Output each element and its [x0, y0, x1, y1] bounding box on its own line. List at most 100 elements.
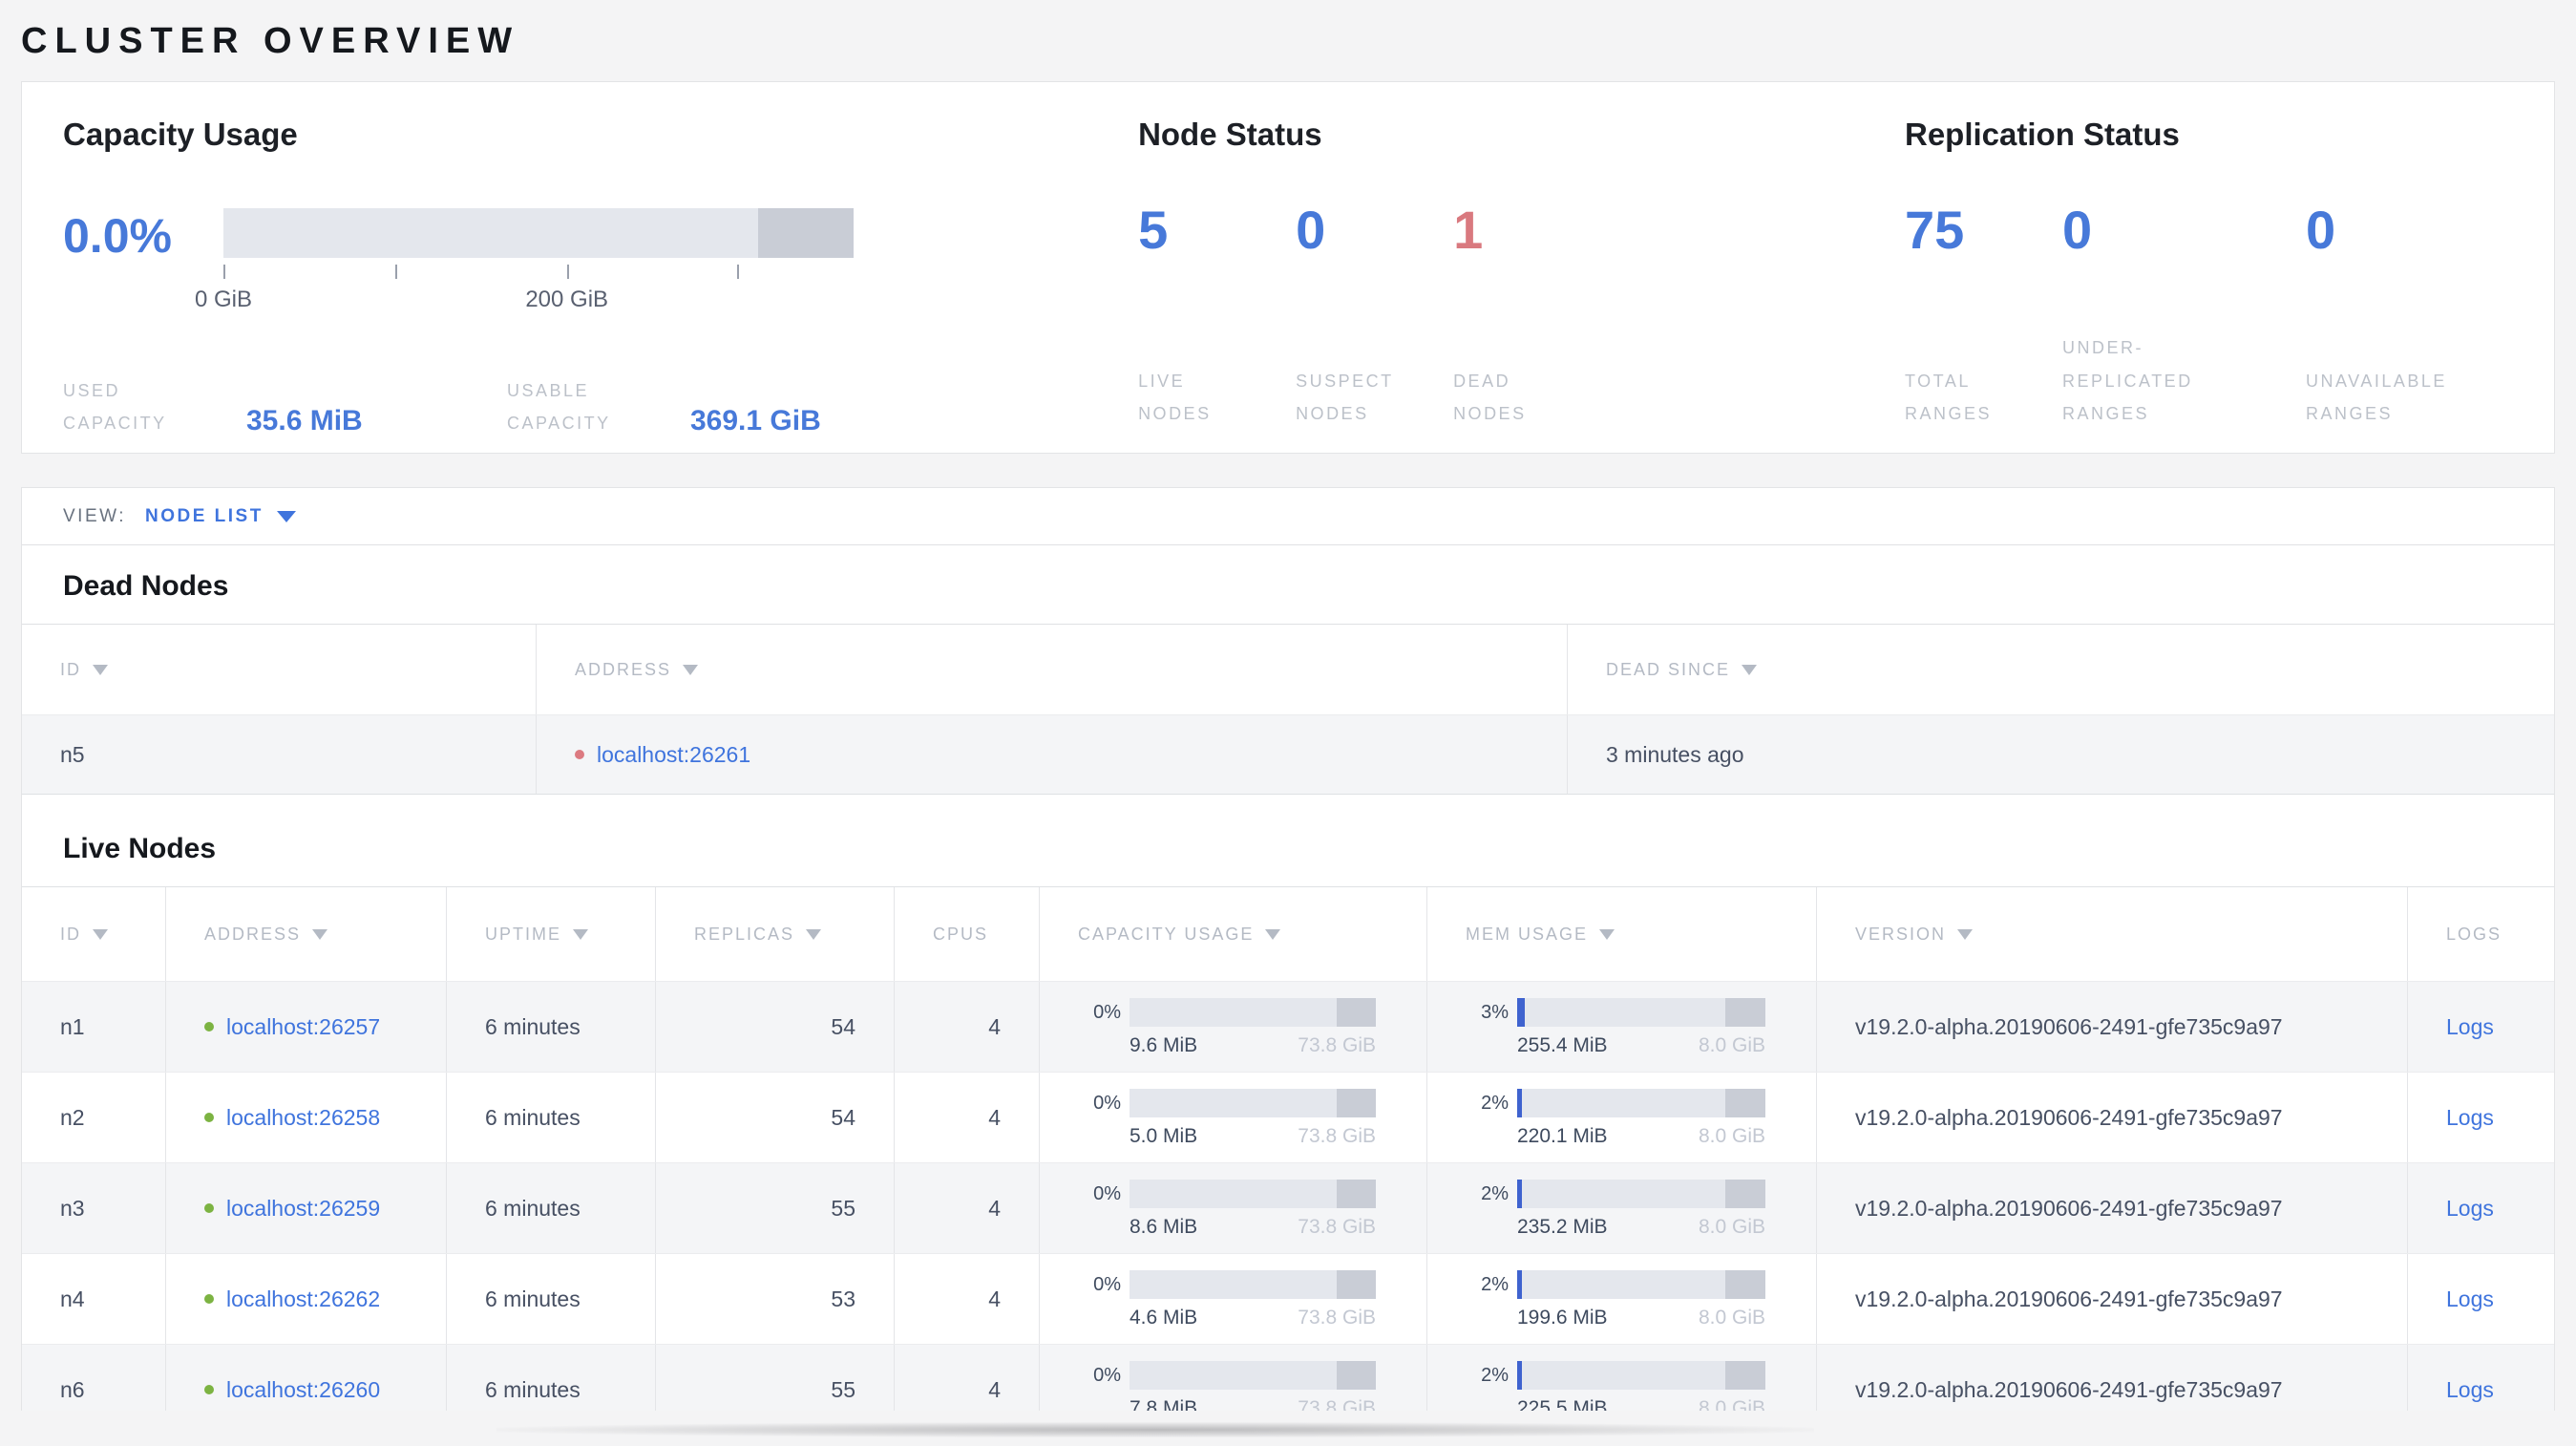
replication-status-section: Replication Status 75 TOTAL RANGES 0 UND… [1905, 82, 2554, 453]
usable-capacity-value: 369.1 GiB [690, 405, 821, 437]
capacity-usage-heading: Capacity Usage [63, 117, 298, 152]
page-title: CLUSTER OVERVIEW [21, 21, 520, 61]
column-header-dead-since[interactable]: DEAD SINCE [1567, 625, 2554, 714]
replication-status-heading: Replication Status [1905, 117, 2180, 152]
capacity-mini-bar [1130, 1270, 1376, 1299]
column-header-id[interactable]: ID [22, 625, 536, 714]
column-header-uptime[interactable]: UPTIME [446, 887, 655, 981]
sort-desc-icon [1599, 928, 1615, 940]
node-address-cell: localhost:26262 [165, 1254, 446, 1344]
total-ranges-stat: 75 TOTAL RANGES [1905, 199, 2062, 430]
mem-usage-cell: 3% 255.4 MiB 8.0 GiB [1426, 982, 1816, 1072]
sort-desc-icon [93, 664, 108, 675]
node-id-cell: n4 [60, 1286, 85, 1311]
capacity-usage-section: Capacity Usage 0.0% 0 GiB 200 GiB USED C… [22, 82, 1138, 453]
dead-nodes-table: ID ADDRESS DEAD SINCE n5 localhost:26261… [22, 624, 2554, 795]
axis-tick [566, 265, 569, 279]
view-label: VIEW: [63, 505, 126, 526]
under-replicated-ranges-count: 0 [2062, 200, 2093, 260]
nodes-card: VIEW: NODE LIST Dead Nodes ID ADDRESS DE… [21, 487, 2555, 1436]
dead-nodes-label: DEAD NODES [1453, 371, 1527, 423]
column-header-cpus[interactable]: CPUS [894, 887, 1039, 981]
sort-desc-icon [1957, 928, 1974, 940]
live-nodes-table: ID ADDRESS UPTIME REPLICAS CPUS CAPACITY… [22, 886, 2554, 1435]
card-drop-shadow [496, 1422, 1814, 1437]
node-address-cell: localhost:26257 [165, 982, 446, 1072]
table-row: n4 localhost:26262 6 minutes 53 4 0% 4.6… [22, 1253, 2554, 1344]
view-bar: VIEW: NODE LIST [22, 488, 2554, 545]
suspect-nodes-count: 0 [1296, 200, 1326, 260]
node-address-link[interactable]: localhost:26257 [226, 1014, 380, 1040]
dead-nodes-count: 1 [1453, 200, 1484, 260]
column-header-replicas[interactable]: REPLICAS [655, 887, 894, 981]
mem-usage-cell: 2% 235.2 MiB 8.0 GiB [1426, 1163, 1816, 1253]
dead-since-cell: 3 minutes ago [1567, 715, 2554, 794]
total-ranges-label: TOTAL RANGES [1905, 371, 1993, 423]
unavailable-ranges-label: UNAVAILABLE RANGES [2306, 371, 2447, 423]
sort-desc-icon [683, 664, 699, 675]
column-header-address[interactable]: ADDRESS [165, 887, 446, 981]
unavailable-ranges-count: 0 [2306, 200, 2336, 260]
axis-tick-label: 200 GiB [525, 287, 609, 312]
version-cell: v19.2.0-alpha.20190606-2491-gfe735c9a97 [1816, 1073, 2407, 1162]
memory-mini-bar [1517, 1361, 1765, 1390]
column-header-mem-usage[interactable]: MEM USAGE [1426, 887, 1816, 981]
under-replicated-ranges-stat: 0 UNDER- REPLICATED RANGES [2062, 199, 2306, 430]
node-address-cell: localhost:26258 [165, 1073, 446, 1162]
node-id-cell: n1 [60, 1013, 85, 1039]
sort-desc-icon [573, 928, 589, 940]
sort-desc-icon [806, 928, 822, 940]
capacity-bar-dark-segment [757, 208, 854, 258]
node-address-cell: localhost:26261 [536, 715, 1567, 794]
capacity-mini-bar [1130, 1089, 1376, 1117]
capacity-bar-chart: 0 GiB 200 GiB [195, 208, 854, 325]
used-capacity-value: 35.6 MiB [246, 405, 363, 437]
memory-mini-bar [1517, 1089, 1765, 1117]
under-replicated-ranges-label: UNDER- REPLICATED RANGES [2062, 338, 2193, 423]
cpus-cell: 4 [894, 1073, 1039, 1162]
logs-link[interactable]: Logs [2446, 1287, 2494, 1312]
axis-tick [223, 265, 225, 279]
logs-link[interactable]: Logs [2446, 1377, 2494, 1403]
logs-link[interactable]: Logs [2446, 1105, 2494, 1131]
node-address-link[interactable]: localhost:26258 [226, 1105, 380, 1131]
chevron-down-icon[interactable] [276, 510, 296, 522]
cluster-overview-page: CLUSTER OVERVIEW Capacity Usage 0.0% 0 G… [0, 0, 2576, 1446]
capacity-percent: 0.0% [63, 209, 172, 263]
column-header-id[interactable]: ID [22, 887, 165, 981]
page-bottom-band [0, 1411, 2576, 1446]
uptime-cell: 6 minutes [446, 1254, 655, 1344]
axis-tick [736, 265, 739, 279]
node-address-link[interactable]: localhost:26259 [226, 1196, 380, 1222]
capacity-usage-cell: 0% 8.6 MiB 73.8 GiB [1039, 1163, 1426, 1253]
live-status-icon [204, 1385, 214, 1394]
column-header-address[interactable]: ADDRESS [536, 625, 1567, 714]
logs-cell: Logs [2407, 1163, 2554, 1253]
version-cell: v19.2.0-alpha.20190606-2491-gfe735c9a97 [1816, 982, 2407, 1072]
suspect-nodes-stat: 0 SUSPECT NODES [1296, 199, 1453, 430]
logs-cell: Logs [2407, 1254, 2554, 1344]
table-row: n5 localhost:26261 3 minutes ago [22, 714, 2554, 794]
live-nodes-header-row: ID ADDRESS UPTIME REPLICAS CPUS CAPACITY… [22, 887, 2554, 981]
capacity-usage-cell: 0% 4.6 MiB 73.8 GiB [1039, 1254, 1426, 1344]
capacity-mini-bar [1130, 1180, 1376, 1208]
logs-link[interactable]: Logs [2446, 1196, 2494, 1222]
node-status-section: Node Status 5 LIVE NODES 0 SUSPECT NODES… [1138, 82, 1905, 453]
column-header-version[interactable]: VERSION [1816, 887, 2407, 981]
total-ranges-count: 75 [1905, 200, 1965, 260]
mem-usage-cell: 2% 199.6 MiB 8.0 GiB [1426, 1254, 1816, 1344]
node-address-link[interactable]: localhost:26262 [226, 1287, 380, 1312]
sort-desc-icon [312, 928, 328, 940]
view-selector[interactable]: NODE LIST [145, 506, 264, 527]
column-header-capacity-usage[interactable]: CAPACITY USAGE [1039, 887, 1426, 981]
version-cell: v19.2.0-alpha.20190606-2491-gfe735c9a97 [1816, 1254, 2407, 1344]
node-status-heading: Node Status [1138, 117, 1322, 152]
node-address-link[interactable]: localhost:26261 [597, 742, 750, 768]
logs-link[interactable]: Logs [2446, 1014, 2494, 1040]
live-nodes-count: 5 [1138, 200, 1169, 260]
node-address-cell: localhost:26259 [165, 1163, 446, 1253]
dead-nodes-heading: Dead Nodes [63, 570, 229, 602]
used-capacity-stat: USED CAPACITY 35.6 MiB [63, 374, 507, 439]
suspect-nodes-label: SUSPECT NODES [1296, 371, 1394, 423]
node-address-link[interactable]: localhost:26260 [226, 1377, 380, 1403]
